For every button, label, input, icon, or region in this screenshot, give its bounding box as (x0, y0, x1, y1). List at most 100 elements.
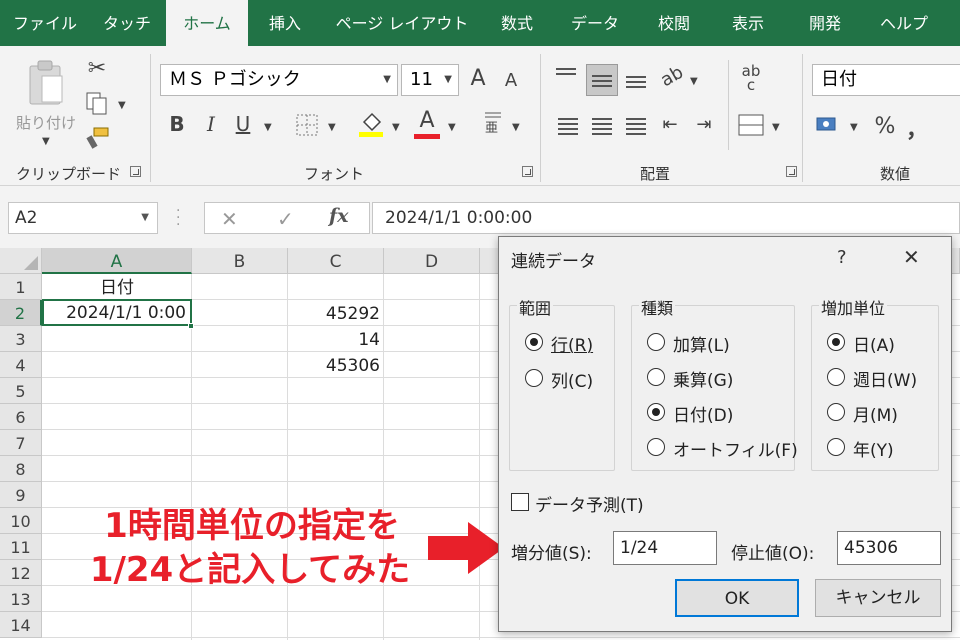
tab-touch[interactable]: タッチ (92, 0, 162, 46)
radio-linear[interactable] (647, 333, 665, 351)
cell-c2[interactable]: 45292 (288, 300, 380, 326)
radio-day-label[interactable]: 日(A) (853, 331, 895, 356)
radio-month-label[interactable]: 月(M) (853, 401, 898, 426)
step-value-input[interactable]: 1/24 (613, 531, 717, 565)
cut-icon[interactable]: ✂ (84, 56, 110, 81)
insert-function-icon[interactable]: fx (329, 205, 349, 227)
column-header-c[interactable]: C (288, 248, 384, 274)
radio-row-label[interactable]: 行(R) (551, 331, 593, 356)
alignment-dialog-launcher[interactable] (786, 166, 797, 177)
chevron-down-icon[interactable]: ▼ (448, 122, 456, 133)
row-header-7[interactable]: 7 (0, 430, 42, 456)
underline-button[interactable]: U (232, 112, 254, 136)
radio-month[interactable] (827, 403, 845, 421)
radio-year-label[interactable]: 年(Y) (853, 436, 894, 461)
align-right-icon[interactable] (626, 118, 646, 138)
phonetic-icon[interactable]: 亜 (482, 110, 504, 136)
fill-color-icon[interactable] (358, 110, 384, 138)
copy-icon[interactable] (86, 92, 108, 116)
cell-a1[interactable]: 日付 (42, 274, 192, 300)
formula-input[interactable]: 2024/1/1 0:00:00 (372, 202, 960, 234)
tab-help[interactable]: ヘルプ (866, 0, 942, 46)
stop-value-input[interactable]: 45306 (837, 531, 941, 565)
wrap-text-icon[interactable]: ab c (736, 64, 766, 93)
tab-insert[interactable]: 挿入 (252, 0, 318, 46)
radio-year[interactable] (827, 438, 845, 456)
tab-file[interactable]: ファイル (0, 0, 90, 46)
row-header-2[interactable]: 2 (0, 300, 42, 326)
orientation-icon[interactable]: ab (656, 61, 687, 91)
cancel-button[interactable]: キャンセル (815, 579, 941, 617)
cell-a2[interactable]: 2024/1/1 0:00 (42, 299, 192, 326)
row-header-10[interactable]: 10 (0, 508, 42, 534)
radio-weekday[interactable] (827, 368, 845, 386)
row-header-12[interactable]: 12 (0, 560, 42, 586)
align-top-icon[interactable] (556, 68, 576, 78)
radio-linear-label[interactable]: 加算(L) (673, 331, 730, 356)
chevron-down-icon[interactable]: ▼ (264, 122, 272, 133)
shrink-font-icon[interactable]: A (500, 70, 522, 91)
chevron-down-icon[interactable]: ▼ (690, 76, 698, 87)
column-header-a[interactable]: A (42, 248, 192, 274)
row-header-14[interactable]: 14 (0, 612, 42, 638)
select-all-corner[interactable] (0, 248, 42, 274)
radio-autofill[interactable] (647, 438, 665, 456)
format-painter-icon[interactable] (86, 126, 110, 150)
row-header-1[interactable]: 1 (0, 274, 42, 300)
tab-data[interactable]: データ (552, 0, 638, 46)
align-middle-button[interactable] (586, 64, 618, 96)
italic-button[interactable]: I (200, 112, 222, 136)
radio-date[interactable] (647, 403, 665, 421)
name-box[interactable]: A2 ▼ (8, 202, 158, 234)
cell-c4[interactable]: 45306 (288, 352, 380, 378)
clipboard-dialog-launcher[interactable] (130, 166, 141, 177)
radio-date-label[interactable]: 日付(D) (673, 401, 733, 426)
chevron-down-icon[interactable]: ▼ (392, 122, 400, 133)
row-header-3[interactable]: 3 (0, 326, 42, 352)
radio-growth[interactable] (647, 368, 665, 386)
confirm-entry-icon[interactable]: ✓ (277, 207, 294, 231)
tab-home[interactable]: ホーム (166, 0, 248, 46)
trend-label[interactable]: データ予測(T) (535, 491, 644, 516)
column-header-b[interactable]: B (192, 248, 288, 274)
decrease-indent-icon[interactable]: ⇤ (658, 114, 682, 135)
row-header-8[interactable]: 8 (0, 456, 42, 482)
tab-view[interactable]: 表示 (712, 0, 784, 46)
font-name-combo[interactable]: ＭＳ Ｐゴシック ▼ (160, 64, 398, 96)
tab-page-layout[interactable]: ページ レイアウト (322, 0, 482, 46)
chevron-down-icon[interactable]: ▼ (772, 122, 780, 133)
align-bottom-icon[interactable] (626, 76, 646, 91)
trend-checkbox[interactable] (511, 493, 529, 511)
row-header-6[interactable]: 6 (0, 404, 42, 430)
chevron-down-icon[interactable]: ▼ (328, 122, 336, 133)
font-color-icon[interactable]: A (414, 108, 440, 133)
radio-column[interactable] (525, 369, 543, 387)
paste-button[interactable]: 貼り付け ▼ (14, 54, 78, 154)
tab-review[interactable]: 校閲 (640, 0, 708, 46)
grow-font-icon[interactable]: A (466, 66, 490, 91)
increase-indent-icon[interactable]: ⇥ (692, 114, 716, 135)
row-header-4[interactable]: 4 (0, 352, 42, 378)
currency-icon[interactable] (816, 114, 840, 136)
number-format-combo[interactable]: 日付 (812, 64, 960, 96)
font-dialog-launcher[interactable] (522, 166, 533, 177)
help-button[interactable]: ? (837, 247, 847, 268)
fill-handle[interactable] (188, 323, 194, 329)
radio-row[interactable] (525, 333, 543, 351)
align-left-icon[interactable] (558, 118, 578, 138)
ok-button[interactable]: OK (675, 579, 799, 617)
row-header-9[interactable]: 9 (0, 482, 42, 508)
chevron-down-icon[interactable]: ▼ (512, 122, 520, 133)
row-header-13[interactable]: 13 (0, 586, 42, 612)
tab-developer[interactable]: 開発 (786, 0, 864, 46)
radio-column-label[interactable]: 列(C) (551, 367, 593, 392)
tab-formulas[interactable]: 数式 (486, 0, 548, 46)
radio-weekday-label[interactable]: 週日(W) (853, 366, 917, 391)
chevron-down-icon[interactable]: ▼ (118, 100, 126, 111)
comma-style-icon[interactable]: ， (906, 112, 928, 144)
radio-growth-label[interactable]: 乗算(G) (673, 366, 733, 391)
align-center-icon[interactable] (592, 118, 612, 138)
bold-button[interactable]: B (166, 112, 188, 136)
column-header-d[interactable]: D (384, 248, 480, 274)
close-icon[interactable]: ✕ (903, 245, 920, 269)
